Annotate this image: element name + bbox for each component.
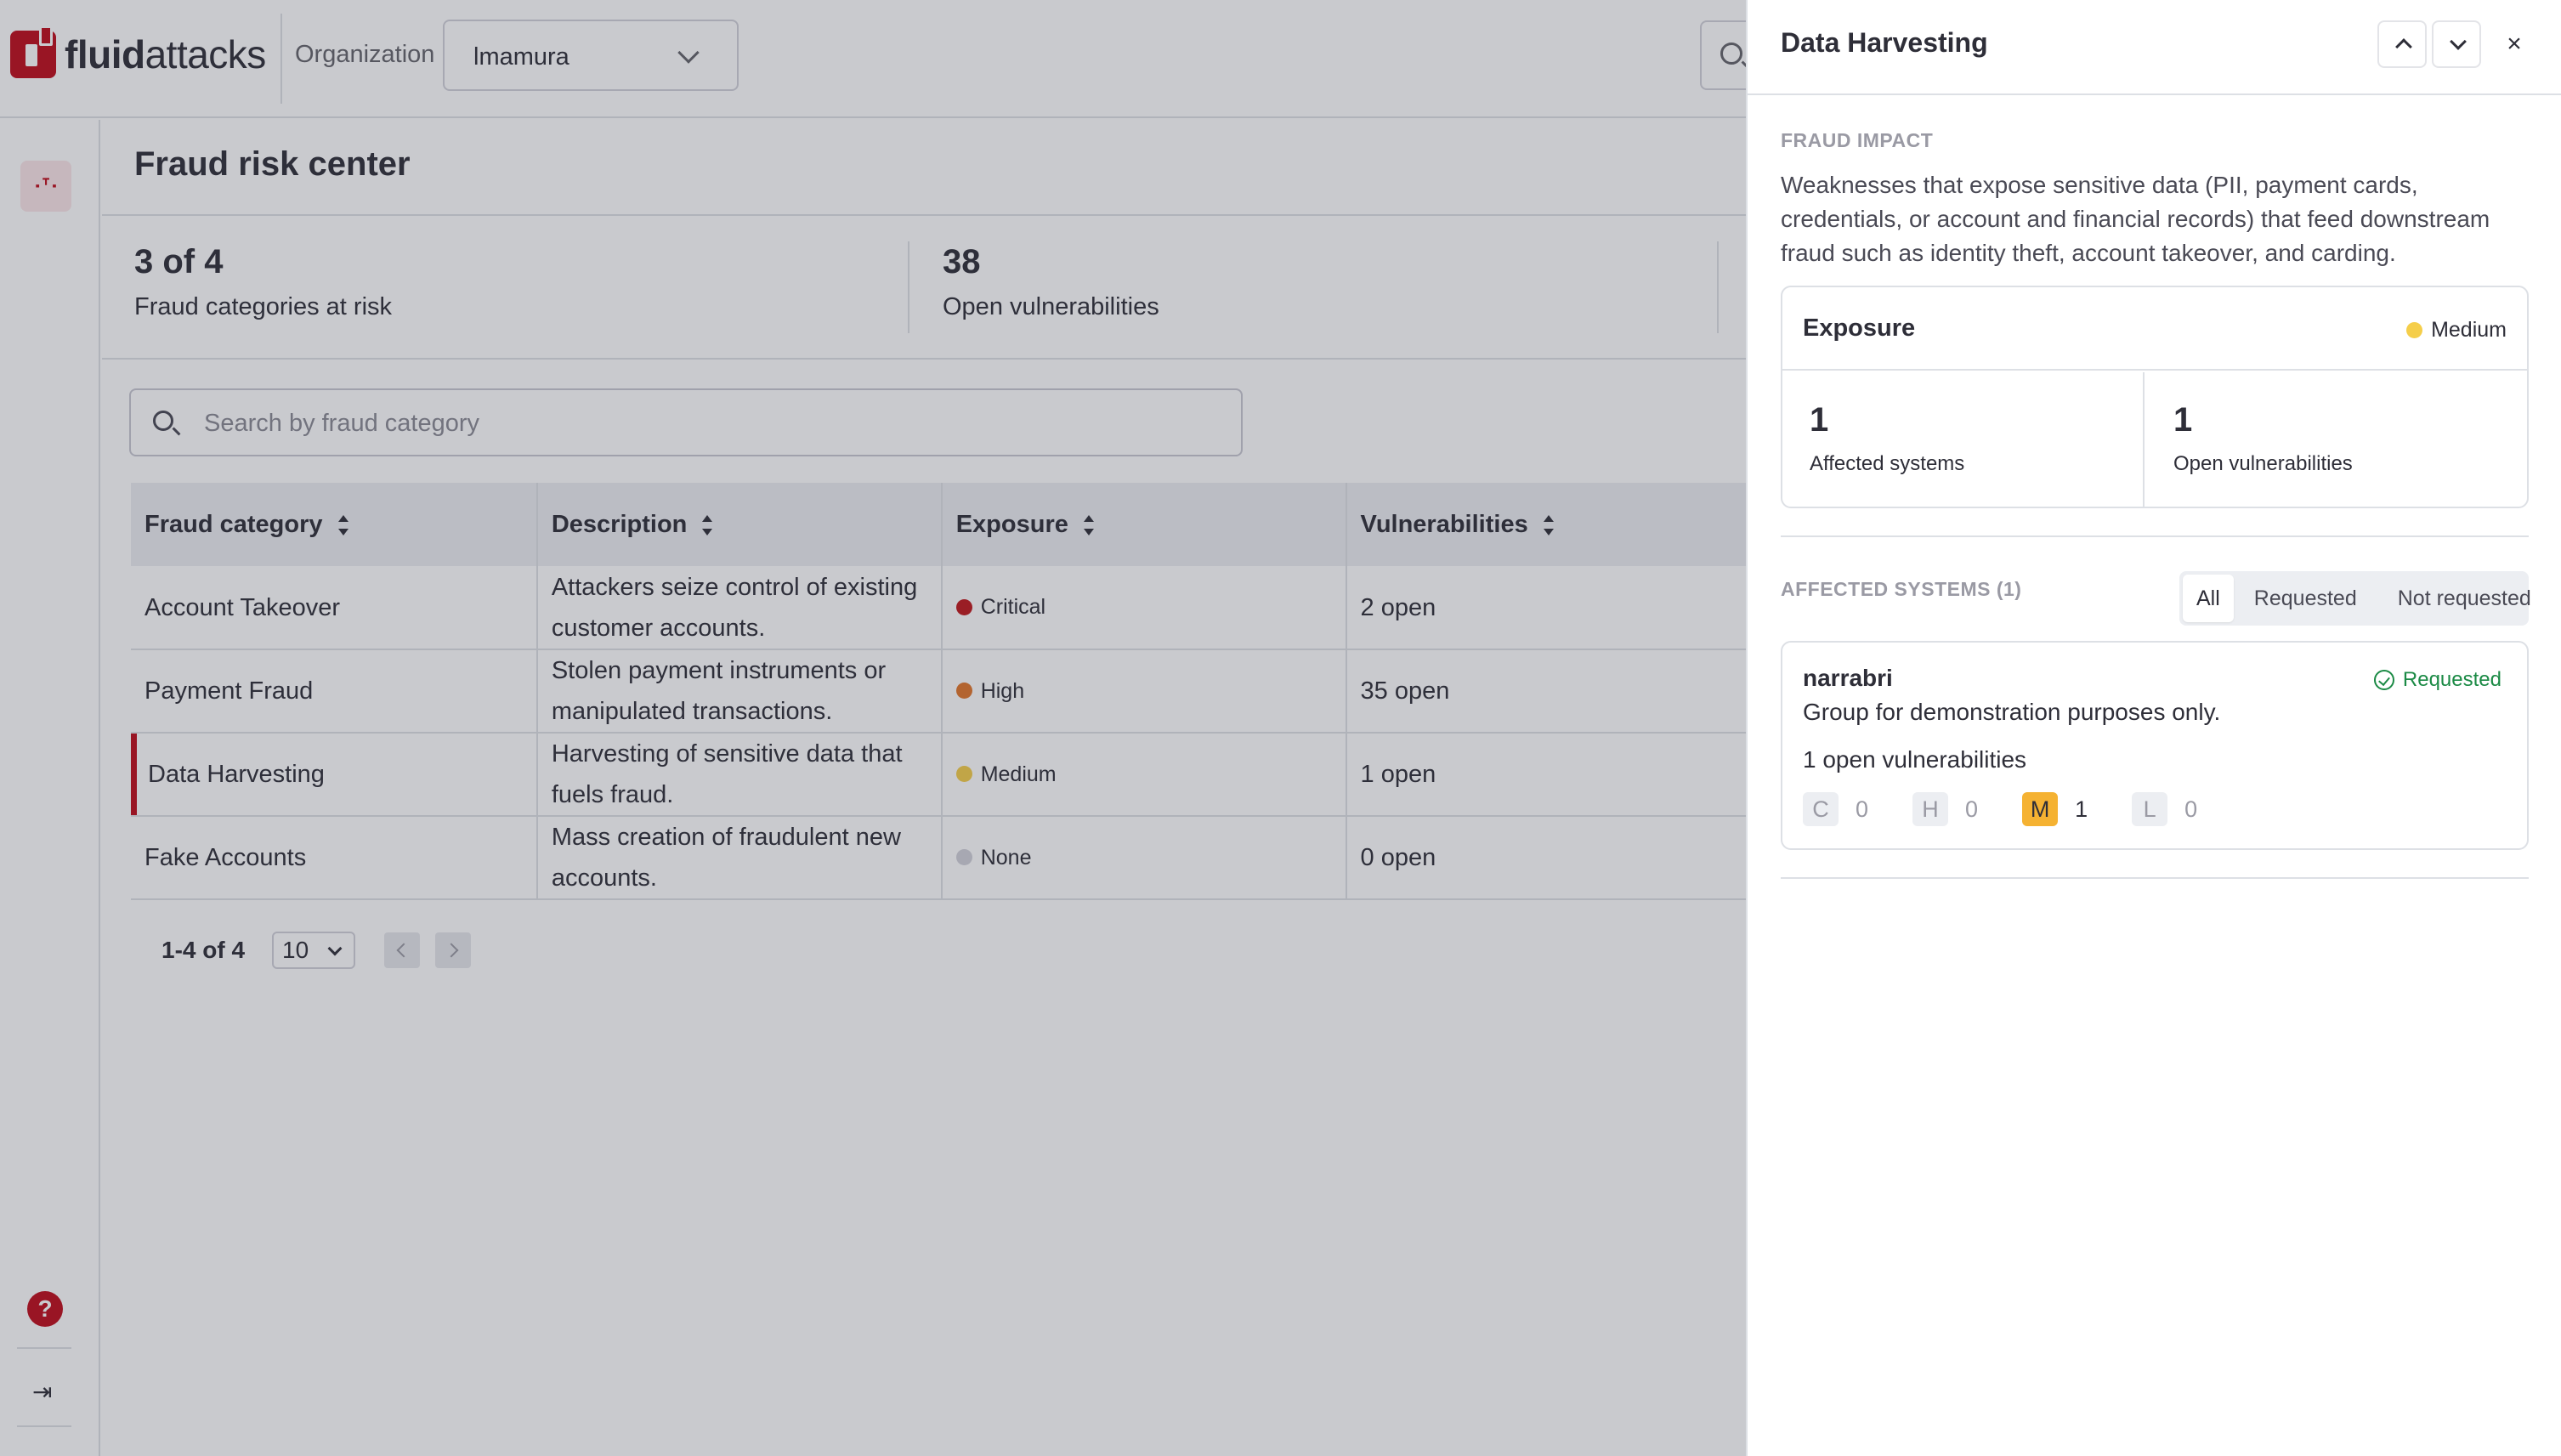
exposure-card-header: Exposure Medium bbox=[1782, 287, 2527, 371]
fraud-impact-caption: FRAUD IMPACT bbox=[1781, 129, 1934, 151]
exposure-card: Exposure Medium 1 Affected systems 1 Ope… bbox=[1781, 286, 2529, 508]
severity-critical: C0 bbox=[1803, 792, 1868, 826]
exposure-title: Exposure bbox=[1803, 314, 1916, 342]
severity-breakdown: C0 H0 M1 L0 bbox=[1803, 792, 2241, 826]
filter-tab-not-requested[interactable]: Not requested bbox=[2377, 575, 2552, 622]
metric-label: Open vulnerabilities bbox=[2173, 452, 2353, 475]
severity-high: H0 bbox=[1912, 792, 1978, 826]
detail-panel: Data Harvesting × FRAUD IMPACT Weaknesse… bbox=[1746, 0, 2561, 1456]
check-circle-icon bbox=[2373, 670, 2394, 690]
close-icon[interactable]: × bbox=[2496, 25, 2533, 63]
filter-tab-requested[interactable]: Requested bbox=[2234, 575, 2377, 622]
system-description: Group for demonstration purposes only. bbox=[1803, 699, 2221, 725]
affected-systems-filter: All Requested Not requested bbox=[2179, 571, 2531, 626]
panel-header: Data Harvesting × bbox=[1748, 0, 2561, 95]
panel-title: Data Harvesting bbox=[1781, 27, 1988, 58]
requested-status-badge: Requested bbox=[2373, 668, 2502, 692]
divider bbox=[1781, 535, 2529, 537]
affected-systems-metric: 1 Affected systems bbox=[1782, 372, 2145, 507]
divider bbox=[1781, 877, 2529, 879]
modal-backdrop[interactable] bbox=[0, 0, 1746, 1456]
metric-value: 1 bbox=[2173, 401, 2193, 439]
severity-low: L0 bbox=[2132, 792, 2197, 826]
affected-system-card[interactable]: narrabri Requested Group for demonstrati… bbox=[1781, 641, 2529, 850]
metric-value: 1 bbox=[1810, 401, 1829, 439]
fraud-impact-text: Weaknesses that expose sensitive data (P… bbox=[1781, 172, 2490, 266]
severity-medium: M1 bbox=[2022, 792, 2088, 826]
filter-tab-all[interactable]: All bbox=[2183, 575, 2234, 622]
previous-item-button[interactable] bbox=[2377, 20, 2427, 68]
system-name: narrabri bbox=[1803, 665, 1893, 691]
open-vulnerabilities-metric: 1 Open vulnerabilities bbox=[2146, 372, 2527, 507]
exposure-level-badge: Medium bbox=[2406, 318, 2507, 343]
affected-systems-caption: AFFECTED SYSTEMS (1) bbox=[1781, 578, 2022, 600]
metric-label: Affected systems bbox=[1810, 452, 1965, 475]
next-item-button[interactable] bbox=[2432, 20, 2481, 68]
system-open-vulnerabilities: 1 open vulnerabilities bbox=[1803, 746, 2027, 773]
status-dot-icon bbox=[2406, 322, 2423, 338]
